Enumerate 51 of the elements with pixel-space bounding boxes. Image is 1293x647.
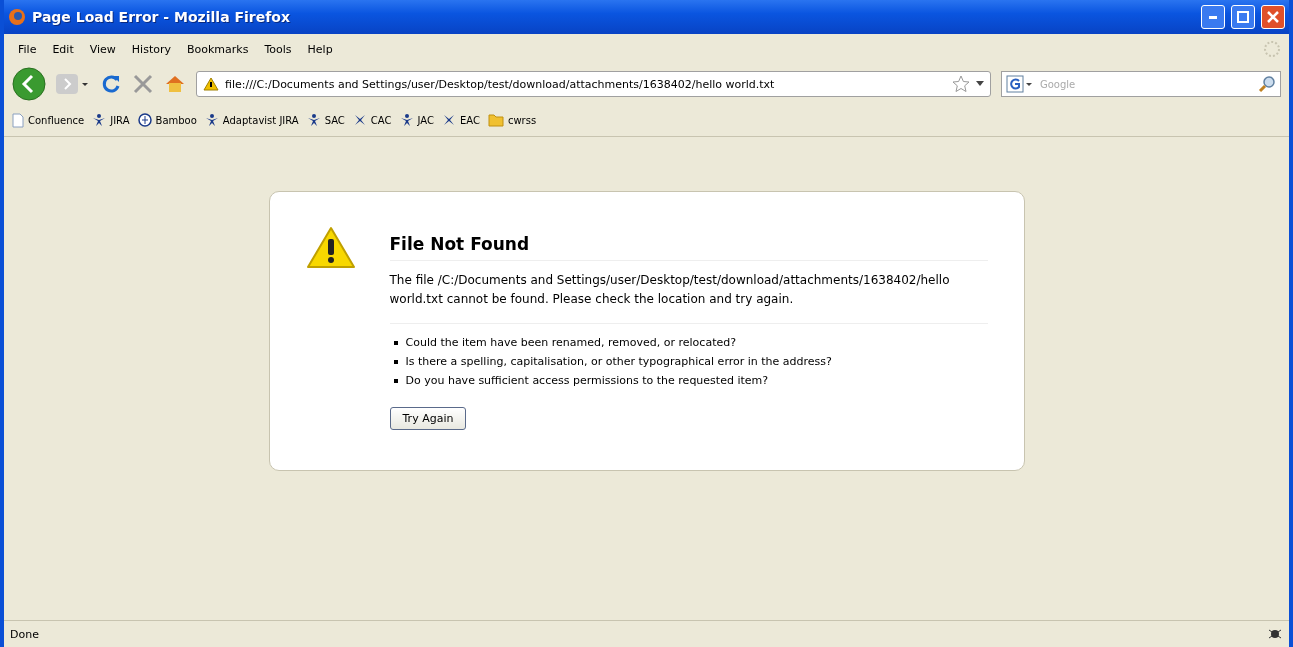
- stop-button[interactable]: [132, 73, 154, 95]
- close-button[interactable]: [1261, 5, 1285, 29]
- page-icon: [12, 112, 24, 128]
- folder-icon: [487, 113, 504, 127]
- bookmark-item[interactable]: CAC: [352, 113, 392, 127]
- bookmark-item[interactable]: SAC: [306, 113, 345, 127]
- window-title: Page Load Error - Mozilla Firefox: [32, 9, 291, 25]
- dropdown-icon[interactable]: [976, 81, 984, 87]
- bookmark-item[interactable]: JAC: [399, 113, 434, 127]
- menu-item[interactable]: File: [12, 40, 43, 58]
- maximize-button[interactable]: [1231, 5, 1255, 29]
- warning-icon: [305, 226, 356, 270]
- bullet-icon: [393, 340, 398, 345]
- bookmark-item[interactable]: Adaptavist JIRA: [204, 113, 299, 127]
- address-bar[interactable]: file:///C:/Documents and Settings/user/Desktop/test/download/attachments/1638402/hello world.txt: [196, 71, 991, 97]
- bookmark-item[interactable]: JIRA: [92, 113, 130, 127]
- home-button[interactable]: [164, 73, 186, 95]
- hint-text: Could the item have been renamed, removed, or relocated?: [405, 336, 737, 349]
- status-text: Done: [10, 627, 40, 641]
- back-button[interactable]: [12, 67, 46, 101]
- menu-item[interactable]: View: [83, 40, 122, 58]
- search-icon[interactable]: [1258, 75, 1276, 93]
- error-message: The file /C:/Documents and Settings/user/Desktop/test/download/attachments/1638402/hello world.txt cannot be found. Please check the location and try again.: [389, 271, 988, 324]
- firefox-logo-icon: [8, 8, 26, 26]
- menu-item[interactable]: Tools: [258, 40, 298, 58]
- menu-item[interactable]: History: [125, 40, 177, 58]
- menu-item[interactable]: Bookmarks: [181, 40, 255, 58]
- throbber-icon: [1263, 40, 1281, 58]
- bullet-icon: [393, 359, 398, 364]
- hint-text: Is there a spelling, capitalisation, or other typographical error in the address?: [405, 355, 832, 368]
- star-icon[interactable]: [952, 75, 970, 93]
- bullet-icon: [393, 378, 398, 383]
- google-icon[interactable]: [1006, 75, 1034, 93]
- bookmark-item[interactable]: EAC: [441, 113, 480, 127]
- search-field[interactable]: Google: [1001, 71, 1281, 97]
- globe-icon: [137, 113, 152, 127]
- address-text: file:///C:/Documents and Settings/user/Desktop/test/download/attachments/1638402/hello world.txt: [225, 77, 776, 91]
- bookmark-item[interactable]: Bamboo: [137, 113, 197, 127]
- close-icon: [1267, 11, 1279, 23]
- hint-text: Do you have sufficient access permissions to the requested item?: [405, 374, 769, 387]
- error-title: File Not Found: [389, 234, 988, 261]
- bookmark-item[interactable]: cwrss: [487, 113, 537, 127]
- try-again-button[interactable]: Try Again: [389, 407, 467, 430]
- minimize-icon: [1209, 15, 1217, 19]
- warning-icon: [203, 77, 219, 91]
- minimize-button[interactable]: [1201, 5, 1225, 29]
- bookmark-item[interactable]: Confluence: [12, 112, 85, 128]
- menu-item[interactable]: Help: [301, 40, 339, 58]
- menu-item[interactable]: Edit: [46, 40, 80, 58]
- maximize-icon: [1237, 11, 1249, 23]
- reload-button[interactable]: [100, 73, 122, 95]
